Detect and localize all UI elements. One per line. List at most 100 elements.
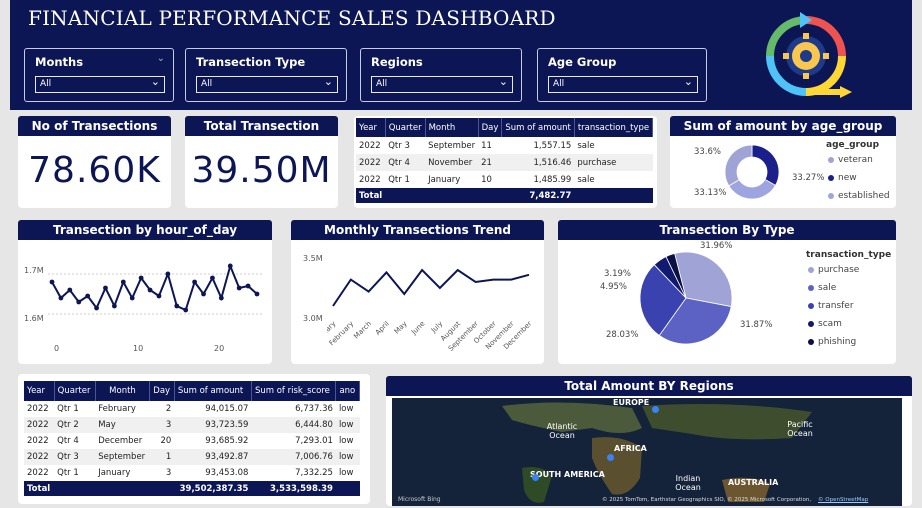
slicer-months[interactable]: Months ⌄ All ⌄ [24, 48, 174, 102]
hour-point[interactable] [156, 293, 162, 299]
legend-item-new[interactable]: new [828, 173, 857, 183]
hour-point[interactable] [227, 263, 233, 269]
slicer-age-group-label: Age Group [548, 55, 617, 69]
slicer-regions-dropdown[interactable]: All ⌄ [371, 76, 513, 93]
cell: 93,492.87 [174, 449, 252, 465]
hour-point[interactable] [254, 291, 260, 297]
hour-point[interactable] [85, 293, 91, 299]
col-header[interactable]: transaction_type [574, 118, 654, 137]
cell: Qtr 1 [57, 404, 79, 414]
gear-cycle-logo-icon [766, 12, 852, 98]
regions-map-card: Total Amount BY Regions EUROPE Atlantic … [386, 376, 912, 506]
hour-point[interactable] [94, 305, 99, 311]
monthly-line-chart[interactable]: JanuaryFebruaryMarch April May June JulyAugu… [327, 250, 537, 362]
monthly-series-line [332, 268, 530, 307]
legend-item-purchase[interactable]: purchase [808, 265, 859, 275]
y-tick: 3.0M [303, 314, 323, 323]
map-label-europe: EUROPE [613, 398, 650, 407]
chevron-down-icon[interactable]: ⌄ [157, 53, 165, 64]
slicer-regions[interactable]: Regions All ⌄ [360, 48, 522, 102]
col-header[interactable]: Sum of amount [174, 381, 252, 401]
slicer-transaction-type-dropdown[interactable]: All ⌄ [196, 76, 338, 93]
cell: sale [577, 174, 595, 185]
map-osm-link[interactable]: © OpenStreetMap [818, 497, 868, 503]
total-label: Total [24, 481, 55, 496]
hour-point[interactable] [58, 295, 64, 301]
hour-point[interactable] [210, 275, 215, 281]
legend-item-transfer[interactable]: transfer [808, 301, 854, 311]
table-row[interactable]: 2022 Qtr 4 December 20 93,685.92 7,293.0… [24, 433, 360, 449]
legend-item-veteran[interactable]: veteran [828, 155, 873, 165]
col-header[interactable]: Day [478, 118, 503, 137]
cell: 6,737.36 [295, 404, 333, 414]
table-row[interactable]: 2022 Qtr 1 January 3 93,453.08 7,332.25 … [24, 465, 360, 481]
map-marker-icon[interactable] [607, 454, 614, 461]
age-group-donut[interactable] [722, 142, 782, 202]
hour-point[interactable] [147, 287, 153, 293]
cell: 2022 [27, 468, 49, 478]
col-header[interactable]: Sum of amount [501, 118, 575, 137]
hour-point[interactable] [111, 303, 117, 309]
map-marker-icon[interactable] [652, 406, 659, 413]
hour-point[interactable] [120, 279, 126, 285]
hour-point[interactable] [218, 295, 224, 301]
legend-item-established[interactable]: established [828, 191, 890, 201]
cell: Qtr 1 [57, 468, 79, 478]
col-header[interactable]: Quarter [385, 118, 426, 137]
table-row[interactable]: 2022 Qtr 2 May 3 93,723.59 6,444.80 low [24, 417, 360, 433]
slice-veteran[interactable] [724, 144, 753, 187]
col-header[interactable]: Month [95, 381, 151, 401]
table-row[interactable]: 2022 Qtr 4 November 21 1,516.46 purchase [356, 154, 653, 171]
col-header[interactable]: Quarter [54, 381, 96, 401]
hour-point[interactable] [201, 291, 206, 297]
cell: 93,723.59 [174, 417, 252, 433]
hour-point[interactable] [236, 285, 242, 291]
hour-point[interactable] [165, 271, 171, 277]
legend-item-sale[interactable]: sale [808, 283, 836, 293]
hour-point[interactable] [138, 275, 144, 281]
hour-point[interactable] [192, 279, 198, 285]
cell: 1 [149, 449, 175, 465]
cell: 21 [478, 154, 502, 171]
table-row[interactable]: 2022 Qtr 1 February 2 94,015.07 6,737.36… [24, 401, 360, 417]
kpi-card-total: Total Transection 39.50M [185, 116, 338, 208]
slice-established[interactable] [728, 178, 776, 200]
table-row[interactable]: 2022 Qtr 3 September 11 1,557.15 sale [356, 137, 653, 154]
col-header[interactable]: Year [356, 118, 386, 137]
hour-point[interactable] [76, 299, 82, 305]
cell: 94,015.07 [205, 404, 249, 414]
total-value: 7,482.77 [501, 188, 575, 203]
hour-point[interactable] [129, 295, 135, 301]
slicer-age-group[interactable]: Age Group All ⌄ [537, 48, 707, 102]
hour-point[interactable] [103, 285, 108, 291]
hour-point[interactable] [245, 283, 251, 289]
table-row[interactable]: 2022 Qtr 3 September 1 93,492.87 7,006.7… [24, 449, 360, 465]
col-header[interactable]: Sum of risk_score [251, 381, 337, 401]
col-header[interactable]: Month [425, 118, 479, 137]
hour-point[interactable] [183, 307, 189, 313]
slicer-age-group-dropdown[interactable]: All ⌄ [548, 76, 698, 93]
regions-map[interactable]: EUROPE Atlantic Ocean AFRICA SOUTH AMERI… [392, 398, 902, 506]
slicer-months-dropdown[interactable]: All ⌄ [35, 76, 165, 93]
cell: low [338, 436, 354, 446]
col-header[interactable]: Year [24, 381, 55, 401]
table-row[interactable]: 2022 Qtr 1 January 10 1,485.99 sale [356, 171, 653, 188]
hour-line-chart[interactable] [48, 250, 263, 342]
hour-point[interactable] [49, 279, 55, 285]
dashboard-title: FINANCIAL PERFORMANCE SALES DASHBOARD [28, 6, 556, 30]
pie-label-sale: 31.87% [740, 320, 773, 330]
table-header-row: Year Quarter Month Day Sum of amount Sum… [24, 381, 360, 401]
legend-item-scam[interactable]: scam [808, 319, 842, 329]
table-header-row: Year Quarter Month Day Sum of amount tra… [356, 118, 654, 137]
slicer-transaction-type[interactable]: Transection Type All ⌄ [185, 48, 347, 102]
age-group-legend-title: age_group [826, 140, 880, 150]
cell: 1,557.15 [533, 140, 572, 151]
slicer-regions-value: All [376, 79, 388, 89]
col-header[interactable]: ano [335, 381, 360, 401]
type-pie-chart[interactable] [638, 250, 734, 346]
map-marker-icon[interactable] [532, 474, 539, 481]
col-header[interactable]: Day [149, 381, 175, 401]
hour-point[interactable] [67, 287, 73, 293]
legend-item-phishing[interactable]: phishing [808, 337, 856, 347]
hour-point[interactable] [174, 303, 180, 309]
